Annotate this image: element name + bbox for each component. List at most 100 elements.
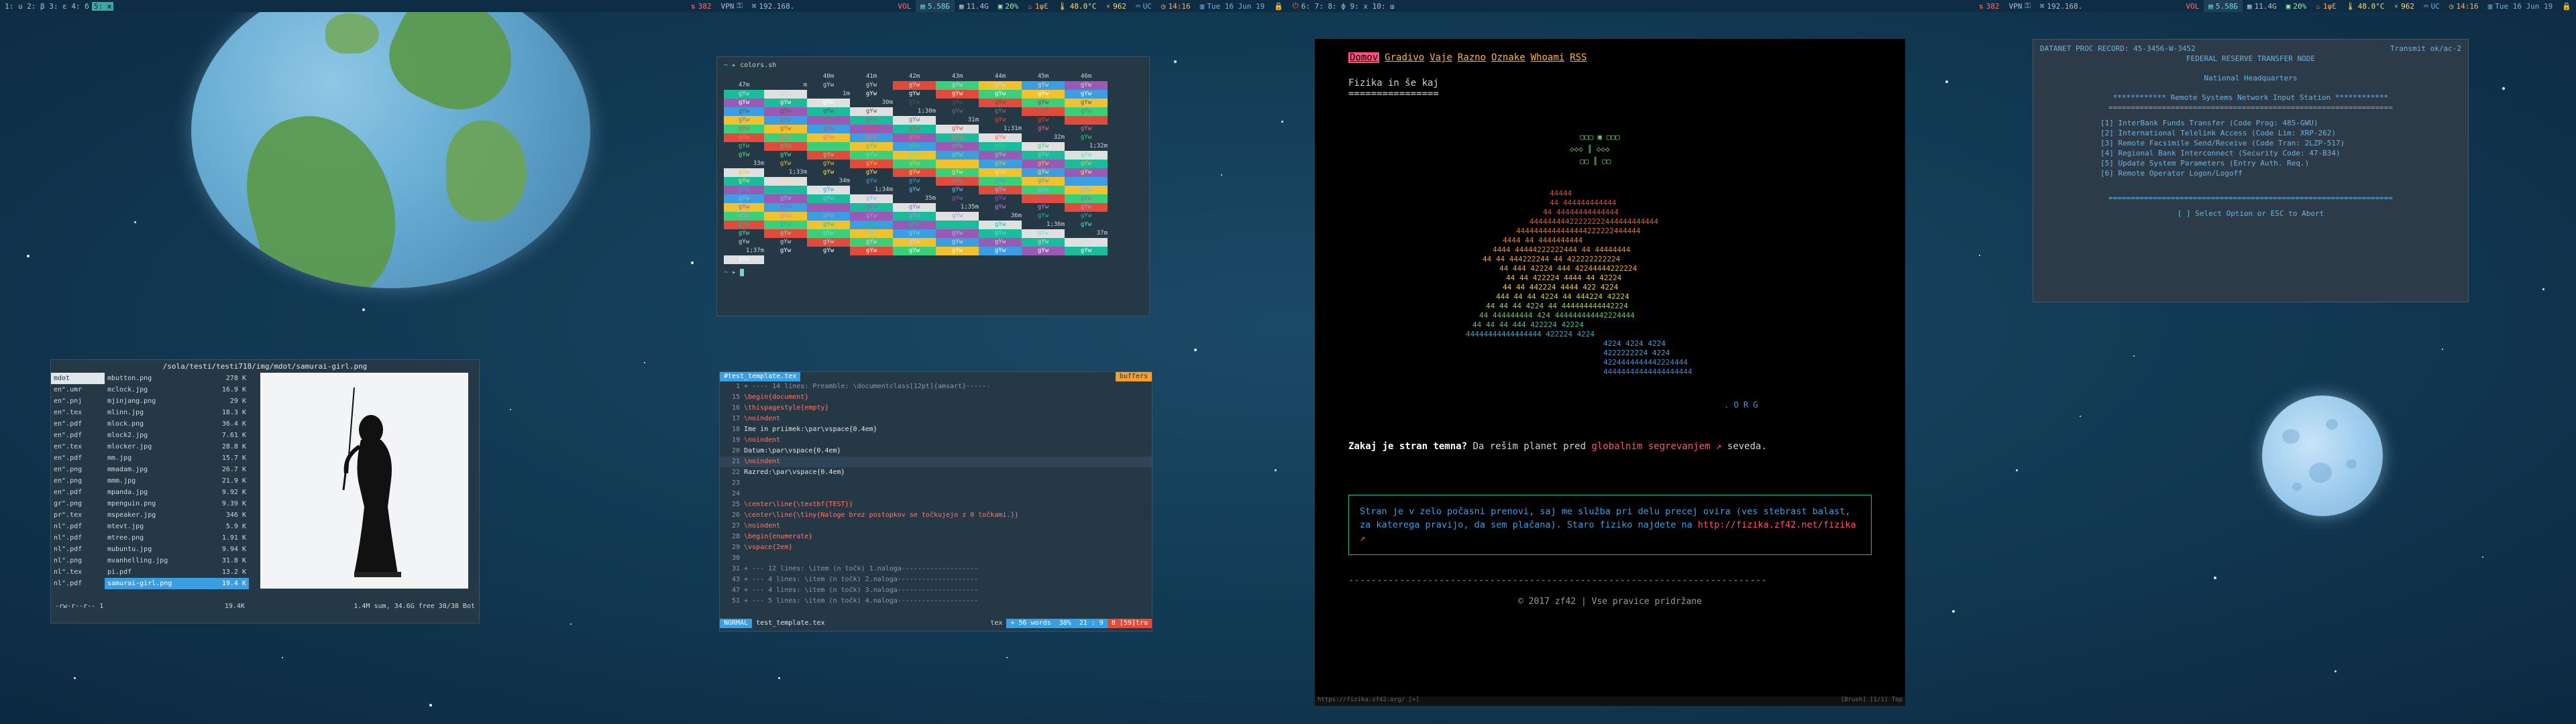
color-cell: gYw [724,212,764,221]
color-cell: gYw [807,151,850,160]
nav-link-domov[interactable]: Domov [1348,52,1380,63]
cpu-indicator-right: ▣ 20% [2286,1,2307,11]
ranger-parent-item[interactable]: en".png [51,475,105,487]
color-cell: gYw [1022,177,1065,186]
vim-line: 25 \center\line{\textbf{TEST}} [731,501,853,508]
ranger-parent-item[interactable]: en".pdf [51,418,105,430]
color-header: 41m [865,73,877,80]
bank-menu-item[interactable]: [3] Remote Facsimile Send/Receive (Code … [2100,138,2461,148]
ranger-file-item[interactable]: mlock.png 36.4 K [105,418,249,430]
vim-buffer-text[interactable]: 1 + ---- 14 lines: Preamble: \documentcla… [720,381,1152,607]
load-indicator: ♨ 1ψƐ [1028,1,1049,11]
color-cell: gYw [936,81,979,90]
vim-tab[interactable]: #test_template.tex [720,372,801,381]
ranger-file-item[interactable]: mclock.jpg 16.9 K [105,384,249,396]
ranger-file-item[interactable]: samurai-girl.png 19.4 K [105,578,249,589]
ranger-parent-item[interactable]: en".umr [51,384,105,396]
workspaces-right[interactable]: ⏻ 6: 7: 8: ф 9: x 10: ш [1288,0,1399,12]
ranger-file-item[interactable]: mspeaker.jpg 346 K [105,509,249,521]
ranger-parent-item[interactable]: nl".pdf [51,544,105,555]
ranger-parent-item[interactable]: nl".tex [51,566,105,578]
ranger-file-item[interactable]: mlocker.jpg 28.8 K [105,441,249,452]
ranger-file-item[interactable]: mtevt.jpg 5.9 K [105,521,249,532]
volume-indicator[interactable]: VOL [893,0,916,12]
ranger-file-item[interactable]: mubuntu.jpg 9.94 K [105,544,249,555]
bank-terminal[interactable]: DATANET PROC RECORD: 45-3456-W-3452 Trans… [2033,39,2469,302]
ranger-parent-item[interactable]: en".pdf [51,430,105,441]
color-cell: gYw [850,116,893,125]
color-header: 40m [822,73,835,80]
browser-window[interactable]: Domov Gradivo Vaje Razno Oznake Whoami RSS Fiz… [1315,39,1905,706]
nav-link-gradivo[interactable]: Gradivo [1385,52,1424,63]
bank-menu-item[interactable]: [4] Regional Bank Interconnect (Security… [2100,148,2461,158]
color-cell: gYw [893,160,936,168]
samurai-girl-image [342,387,401,577]
ranger-file-item[interactable]: mlinn.jpg 18.3 K [105,407,249,418]
ranger-parent-item[interactable]: nl".pdf [51,532,105,544]
ranger-parent-column[interactable]: mdot en".umr en".pnj en".tex en".pdf en".pdf e… [51,373,105,601]
ranger-parent-item[interactable]: en".tex [51,441,105,452]
color-cell: gYw [979,247,1022,255]
ranger-file-item[interactable]: pi.pdf 13.2 K [105,566,249,578]
nav-link-razno[interactable]: Razno [1458,52,1486,63]
volume-indicator-right[interactable]: VOL [2181,0,2204,12]
color-cell: gYw [936,212,979,221]
bank-menu-item[interactable]: [6] Remote Operator Logon/Logoff [2100,168,2461,178]
ranger-file-item[interactable]: mtree.png 1.91 K [105,532,249,544]
ranger-file-item[interactable]: mjinjang.png 29 K [105,396,249,407]
bank-menu[interactable]: [1] InterBank Funds Transfer (Code Prog:… [2100,118,2461,178]
ranger-file-item[interactable]: mlock2.jpg 7.61 K [105,430,249,441]
colors-terminal[interactable]: ~ ▸ colors.sh 40m 41m 42m 43m 44m 45m 46m 47m m g… [716,56,1150,316]
ranger-parent-item[interactable]: en".pdf [51,487,105,498]
color-cell: gYw [807,203,850,212]
ranger-parent-item[interactable]: en".pnj [51,396,105,407]
bank-menu-item[interactable]: [2] International Telelink Access (Code … [2100,128,2461,138]
ranger-parent-item[interactable]: nl".pdf [51,521,105,532]
color-cell: gYw [1022,151,1065,160]
color-cell: gYw [1022,229,1065,238]
ranger-parent-item[interactable]: en".png [51,464,105,475]
color-cell: gYw [850,125,893,133]
ranger-file-item[interactable]: mmm.jpg 21.9 K [105,475,249,487]
ranger-file-item[interactable]: mpenguin.png 9.39 K [105,498,249,509]
bank-menu-item[interactable]: [5] Update System Parameters (Entry Auth… [2100,158,2461,168]
nav-link-whoami[interactable]: Whoami [1531,52,1565,63]
ranger-parent-item[interactable]: nl".png [51,555,105,566]
ranger-file-item[interactable]: mmadam.jpg 26.7 K [105,464,249,475]
ranger-parent-item[interactable]: nl".pdf [51,578,105,589]
ranger-parent-item[interactable]: en".tex [51,407,105,418]
color-cell: gYw [1022,142,1065,151]
ranger-file-item[interactable]: mvanhelling.jpg 31.8 K [105,555,249,566]
lock-icon-right[interactable]: 🔒 [2557,0,2576,12]
vim-line: 21 \noindent [720,457,1152,467]
old-fizika-link[interactable]: http://fizika.zf42.net/fizika [1698,520,1856,530]
moon [2262,396,2383,516]
ranger-parent-item[interactable]: mdot [51,373,105,384]
color-cell: gYw [893,238,936,247]
ranger-parent-item[interactable]: en".pdf [51,452,105,464]
ranger-file-list[interactable]: mbutton.png 278 Kmclock.jpg 16.9 Kmjinjang… [105,373,249,601]
nav-link-oznake[interactable]: Oznake [1491,52,1525,63]
color-row-label: 1;33m [788,169,807,176]
ranger-file-item[interactable]: mm.jpg 15.7 K [105,452,249,464]
vim-editor[interactable]: #test_template.tex buffers 1 + ---- 14 li… [719,371,1152,631]
lock-icon[interactable]: 🔒 [1269,0,1288,12]
active-workspace[interactable]: 5: ж [91,1,114,11]
bank-menu-item[interactable]: [1] InterBank Funds Transfer (Code Prog:… [2100,118,2461,128]
ranger-file-manager[interactable]: /sola/testi/testi718/img/mdot/samurai-gi… [50,359,480,623]
color-cell: gYw [764,142,807,151]
ranger-parent-item[interactable]: pr".tex [51,509,105,521]
workspaces[interactable]: 1: u 2: β 3: ε 4: б 5: ж [0,0,118,12]
color-cell: gYw [936,177,979,186]
ranger-parent-item[interactable]: gr".png [51,498,105,509]
nav-link-vaje[interactable]: Vaje [1430,52,1452,63]
star [74,677,76,679]
bank-select-prompt[interactable]: [ ] Select Option or ESC to Abort [2040,208,2461,219]
color-cell: gYw [807,238,850,247]
ranger-file-item[interactable]: mbutton.png 278 K [105,373,249,384]
ranger-file-item[interactable]: mpanda.jpg 9.92 K [105,487,249,498]
color-cell: gYw [807,247,850,255]
ranger-status-bar: -rw-r--r-- 1 19.4K 1.4M sum, 34.6G free … [55,603,475,610]
global-warming-link[interactable]: globalnim segrevanjem [1591,441,1710,452]
nav-link-rss[interactable]: RSS [1570,52,1587,63]
